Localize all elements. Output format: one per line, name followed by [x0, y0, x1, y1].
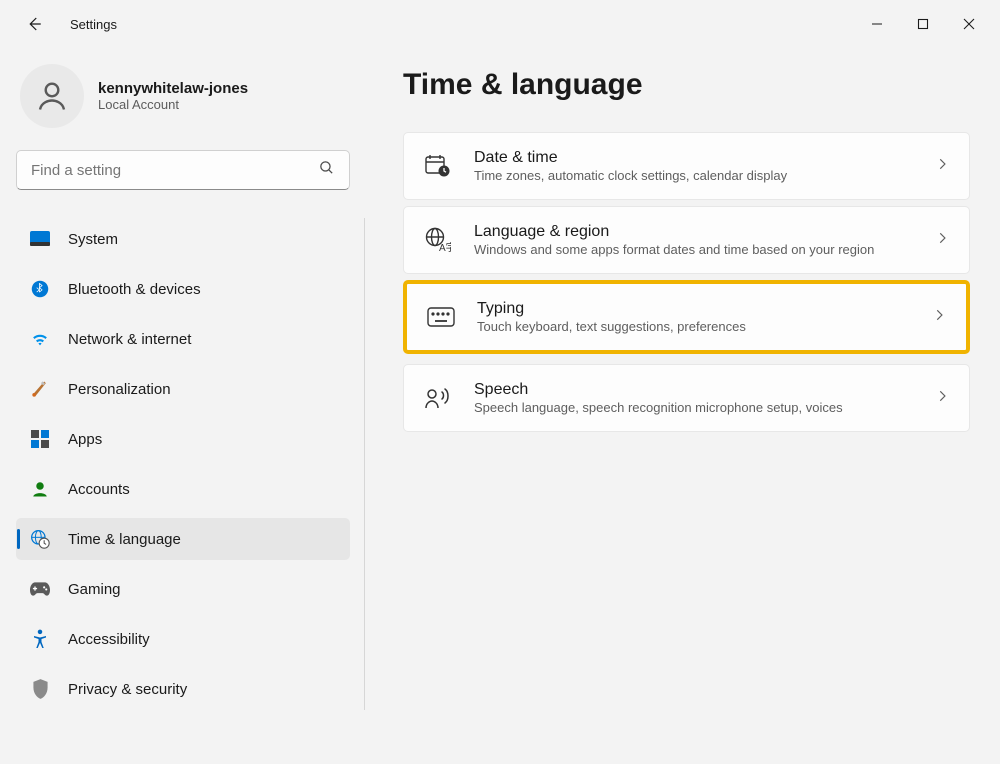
calendar-clock-icon: [424, 154, 452, 178]
search-wrap: [16, 150, 365, 190]
nav-label: System: [68, 231, 118, 248]
paintbrush-icon: [30, 379, 50, 399]
nav-label: Bluetooth & devices: [68, 281, 201, 298]
chevron-right-icon: [932, 308, 946, 327]
main-panel: Time & language Date & time Time zones, …: [365, 48, 1000, 764]
chevron-right-icon: [935, 157, 949, 176]
nav-label: Accounts: [68, 481, 130, 498]
close-button[interactable]: [946, 8, 992, 40]
nav-apps[interactable]: Apps: [16, 418, 350, 460]
nav: System Bluetooth & devices Network & int…: [16, 218, 365, 710]
minimize-button[interactable]: [854, 8, 900, 40]
card-desc: Time zones, automatic clock settings, ca…: [474, 168, 913, 183]
keyboard-icon: [427, 307, 455, 327]
nav-label: Gaming: [68, 581, 121, 598]
back-arrow-icon: [25, 15, 43, 33]
accounts-icon: [30, 479, 50, 499]
page-title: Time & language: [403, 68, 970, 102]
card-speech[interactable]: Speech Speech language, speech recogniti…: [403, 364, 970, 432]
nav-label: Apps: [68, 431, 102, 448]
profile-name: kennywhitelaw-jones: [98, 80, 248, 97]
nav-label: Accessibility: [68, 631, 150, 648]
speech-icon: [424, 387, 452, 409]
svg-text:A字: A字: [439, 241, 451, 253]
sidebar: kennywhitelaw-jones Local Account System: [0, 48, 365, 764]
titlebar: Settings: [0, 0, 1000, 48]
avatar: [20, 64, 84, 128]
card-typing[interactable]: Typing Touch keyboard, text suggestions,…: [403, 280, 970, 354]
nav-gaming[interactable]: Gaming: [16, 568, 350, 610]
window-title: Settings: [70, 17, 117, 32]
profile-type: Local Account: [98, 97, 248, 112]
wifi-icon: [30, 329, 50, 349]
card-desc: Touch keyboard, text suggestions, prefer…: [477, 319, 910, 334]
gaming-icon: [30, 579, 50, 599]
back-button[interactable]: [18, 8, 50, 40]
language-globe-icon: A字: [424, 227, 452, 253]
maximize-button[interactable]: [900, 8, 946, 40]
close-icon: [963, 18, 975, 30]
nav-system[interactable]: System: [16, 218, 350, 260]
apps-icon: [30, 429, 50, 449]
chevron-right-icon: [935, 231, 949, 250]
nav-bluetooth[interactable]: Bluetooth & devices: [16, 268, 350, 310]
nav-label: Time & language: [68, 531, 181, 548]
accessibility-icon: [30, 629, 50, 649]
chevron-right-icon: [935, 389, 949, 408]
system-icon: [30, 229, 50, 249]
shield-icon: [30, 679, 50, 699]
nav-time-language[interactable]: Time & language: [16, 518, 350, 560]
person-icon: [34, 78, 70, 114]
card-title: Speech: [474, 381, 913, 399]
window-controls: [854, 8, 992, 40]
minimize-icon: [871, 18, 883, 30]
card-desc: Windows and some apps format dates and t…: [474, 242, 913, 257]
nav-label: Privacy & security: [68, 681, 187, 698]
card-title: Language & region: [474, 223, 913, 241]
nav-network[interactable]: Network & internet: [16, 318, 350, 360]
nav-label: Personalization: [68, 381, 171, 398]
search-input[interactable]: [16, 150, 350, 190]
nav-privacy[interactable]: Privacy & security: [16, 668, 350, 710]
nav-label: Network & internet: [68, 331, 191, 348]
maximize-icon: [917, 18, 929, 30]
profile-block[interactable]: kennywhitelaw-jones Local Account: [16, 64, 365, 128]
nav-accounts[interactable]: Accounts: [16, 468, 350, 510]
nav-accessibility[interactable]: Accessibility: [16, 618, 350, 660]
card-title: Typing: [477, 300, 910, 318]
bluetooth-icon: [30, 279, 50, 299]
card-title: Date & time: [474, 149, 913, 167]
card-desc: Speech language, speech recognition micr…: [474, 400, 913, 415]
card-date-time[interactable]: Date & time Time zones, automatic clock …: [403, 132, 970, 200]
card-language-region[interactable]: A字 Language & region Windows and some ap…: [403, 206, 970, 274]
nav-personalization[interactable]: Personalization: [16, 368, 350, 410]
globe-clock-icon: [30, 529, 50, 549]
